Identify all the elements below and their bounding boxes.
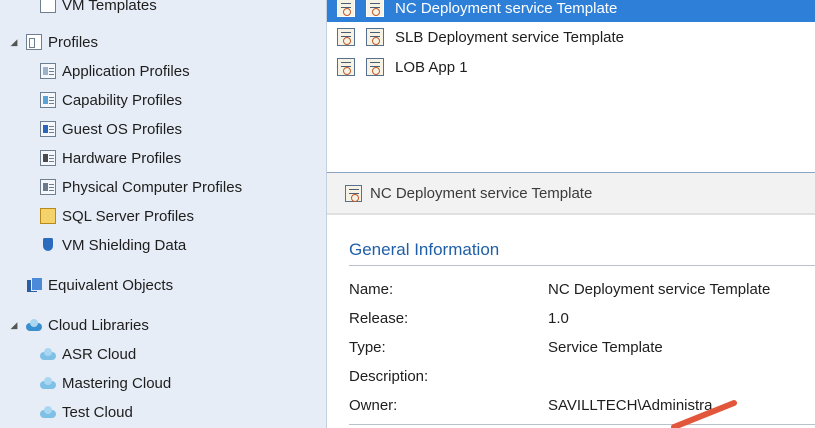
service-template-icon xyxy=(366,28,384,46)
tree-item-label: Profiles xyxy=(48,33,99,51)
service-template-icon xyxy=(337,0,355,17)
tree-item-guest-os-profiles[interactable]: Guest OS Profiles xyxy=(40,116,182,142)
tree-item-equivalent-objects[interactable]: Equivalent Objects xyxy=(26,272,173,298)
tree-item-label: ASR Cloud xyxy=(62,345,137,363)
service-template-icon xyxy=(337,58,355,76)
property-label: Description: xyxy=(349,368,429,385)
tree-item-label: VM Shielding Data xyxy=(62,236,187,254)
tree-item-capability-profiles[interactable]: Capability Profiles xyxy=(40,87,182,113)
guest-os-profile-icon xyxy=(40,121,56,137)
tree-item-label: Cloud Libraries xyxy=(48,316,149,334)
tree-item-asr-cloud[interactable]: ASR Cloud xyxy=(40,341,136,367)
tree-item-vm-templates[interactable]: VM Templates xyxy=(40,0,157,18)
cloud-libraries-icon xyxy=(26,317,42,333)
details-header-title: NC Deployment service Template xyxy=(370,184,593,202)
tree-item-label: Guest OS Profiles xyxy=(62,120,183,138)
list-item[interactable]: NC Deployment service Template xyxy=(327,0,815,22)
expand-triangle-icon[interactable]: ◢ xyxy=(8,37,20,48)
tree-item-label: Hardware Profiles xyxy=(62,149,182,167)
tree-item-sql-server-profiles[interactable]: SQL Server Profiles xyxy=(40,203,194,229)
capability-profile-icon xyxy=(40,92,56,108)
sql-server-profile-icon xyxy=(40,208,56,224)
tree-item-label: SQL Server Profiles xyxy=(62,207,194,225)
tree-item-label: Application Profiles xyxy=(62,62,190,80)
service-template-icon xyxy=(345,184,362,202)
cloud-icon xyxy=(40,346,56,362)
list-item-label: LOB App 1 xyxy=(395,58,468,76)
tree-item-label: Equivalent Objects xyxy=(48,276,174,294)
cloud-icon xyxy=(40,404,56,420)
equivalent-objects-icon xyxy=(26,277,43,293)
property-label: Type: xyxy=(349,339,386,356)
tree-item-label: Physical Computer Profiles xyxy=(62,178,243,196)
property-value: 1.0 xyxy=(548,310,569,327)
application-profile-icon xyxy=(40,63,56,79)
tree-item-cloud-libraries[interactable]: ◢ Cloud Libraries xyxy=(8,312,149,338)
physical-computer-profile-icon xyxy=(40,179,56,195)
tree-item-physical-computer-profiles[interactable]: Physical Computer Profiles xyxy=(40,174,242,200)
service-template-icon xyxy=(337,28,355,46)
tree-item-hardware-profiles[interactable]: Hardware Profiles xyxy=(40,145,181,171)
tree-item-application-profiles[interactable]: Application Profiles xyxy=(40,58,190,84)
details-header: NC Deployment service Template xyxy=(327,173,815,215)
list-item[interactable]: LOB App 1 xyxy=(327,53,815,81)
property-value: Service Template xyxy=(548,339,663,356)
property-label: Release: xyxy=(349,310,409,327)
section-title: General Information xyxy=(349,240,500,259)
shield-icon xyxy=(40,237,56,253)
hardware-profile-icon xyxy=(40,150,56,166)
tree-item-label: Mastering Cloud xyxy=(62,374,172,392)
list-item-label: SLB Deployment service Template xyxy=(395,28,624,46)
vm-templates-icon xyxy=(40,0,56,13)
tree-item-test-cloud[interactable]: Test Cloud xyxy=(40,399,133,425)
expand-triangle-icon[interactable]: ◢ xyxy=(8,320,20,331)
navigation-tree: VM Templates ◢ Profiles Application Prof… xyxy=(0,0,327,428)
service-template-icon xyxy=(366,58,384,76)
tree-item-profiles[interactable]: ◢ Profiles xyxy=(8,29,99,55)
service-template-list: NC Deployment service Template SLB Deplo… xyxy=(327,0,815,173)
tree-item-label: VM Templates xyxy=(62,0,157,14)
list-item[interactable]: SLB Deployment service Template xyxy=(327,23,815,51)
profiles-icon xyxy=(26,34,42,50)
tree-item-mastering-cloud[interactable]: Mastering Cloud xyxy=(40,370,171,396)
tree-item-vm-shielding-data[interactable]: VM Shielding Data xyxy=(40,232,186,258)
tree-item-label: Test Cloud xyxy=(62,403,133,421)
cloud-icon xyxy=(40,375,56,391)
annotation-arrow-icon xyxy=(671,400,737,428)
property-label: Owner: xyxy=(349,397,398,414)
tree-item-label: Capability Profiles xyxy=(62,91,183,109)
property-label: Name: xyxy=(349,281,394,298)
list-item-label: NC Deployment service Template xyxy=(395,0,618,17)
property-value: NC Deployment service Template xyxy=(548,281,771,298)
service-template-icon xyxy=(366,0,384,17)
section-divider xyxy=(349,265,815,266)
